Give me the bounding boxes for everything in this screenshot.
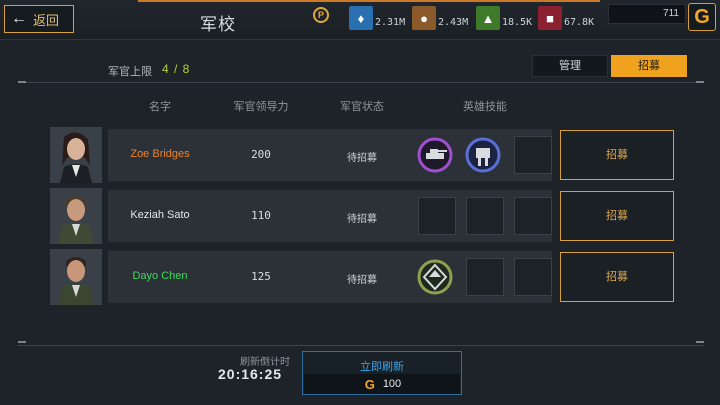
tab-manage[interactable]: 管理 — [532, 55, 608, 77]
officer-name: Zoe Bridges — [130, 148, 190, 160]
timer-icon[interactable]: P — [313, 7, 329, 23]
tab-recruit[interactable]: 招募 — [611, 55, 687, 77]
refresh-cost-value: 100 — [382, 378, 402, 390]
resource-value: 67.8K — [564, 17, 595, 28]
resource-oil[interactable]: ● 2.43M — [412, 2, 468, 30]
recruit-button[interactable]: 招募 — [560, 130, 674, 180]
back-button[interactable]: ← 返回 — [4, 5, 74, 33]
resource-value: 2.31M — [375, 17, 406, 28]
resource-value: 18.5K — [502, 17, 533, 28]
skill-slot-empty — [418, 197, 456, 235]
steel-icon: ♦ — [349, 6, 373, 30]
resource-supply[interactable]: ■ 67.8K — [538, 2, 594, 30]
refresh-now-button[interactable]: 立即刷新 G 100 — [302, 351, 462, 395]
skill-slot-empty — [466, 258, 504, 296]
capacity-label: 军官上限 — [108, 66, 152, 78]
officer-leadership: 125 — [251, 270, 271, 283]
back-arrow-icon: ← — [11, 10, 27, 27]
panel-corner-tick — [696, 81, 704, 83]
column-header-name: 名字 — [149, 101, 171, 113]
officer-name: Dayo Chen — [132, 270, 188, 282]
skill-slot-empty — [514, 258, 552, 296]
column-header-leadership: 军官领导力 — [233, 101, 289, 113]
gold-coin-icon: G — [364, 376, 375, 392]
officer-status: 待招募 — [347, 153, 377, 164]
supply-icon: ■ — [538, 6, 562, 30]
resource-value: 2.43M — [438, 17, 469, 28]
panel-corner-tick — [18, 81, 26, 83]
back-label: 返回 — [33, 12, 60, 28]
officer-portrait — [50, 249, 102, 305]
gold-icon[interactable]: G — [688, 3, 716, 31]
refresh-cost: G 100 — [304, 374, 460, 394]
officer-leadership: 110 — [251, 209, 271, 222]
officer-status: 待招募 — [347, 214, 377, 225]
resource-crystal[interactable]: ▲ 18.5K — [476, 2, 532, 30]
skill-slot-empty — [514, 136, 552, 174]
skill-slot-empty — [466, 197, 504, 235]
column-header-status: 军官状态 — [340, 101, 384, 113]
officer-portrait — [50, 127, 102, 183]
officer-name: Keziah Sato — [130, 209, 190, 221]
refresh-now-label: 立即刷新 — [360, 361, 404, 373]
robot-skill-icon[interactable] — [464, 136, 502, 174]
upgrade-skill-icon[interactable] — [416, 258, 454, 296]
resource-steel[interactable]: ♦ 2.31M — [349, 2, 405, 30]
crystal-icon: ▲ — [476, 6, 500, 30]
officer-leadership: 200 — [251, 148, 271, 161]
gold-balance: 711 — [608, 4, 686, 24]
officer-status: 待招募 — [347, 275, 377, 286]
page-title: 军校 — [200, 15, 236, 34]
skill-slot-empty — [514, 197, 552, 235]
oil-icon: ● — [412, 6, 436, 30]
recruit-button[interactable]: 招募 — [560, 191, 674, 241]
column-header-skills: 英雄技能 — [463, 101, 507, 113]
panel-corner-tick — [696, 341, 704, 343]
officer-portrait — [50, 188, 102, 244]
tank-skill-icon[interactable] — [416, 136, 454, 174]
refresh-countdown: 20:16:25 — [218, 366, 283, 382]
recruit-button[interactable]: 招募 — [560, 252, 674, 302]
capacity-value: 4 / 8 — [162, 62, 191, 76]
panel-corner-tick — [18, 341, 26, 343]
